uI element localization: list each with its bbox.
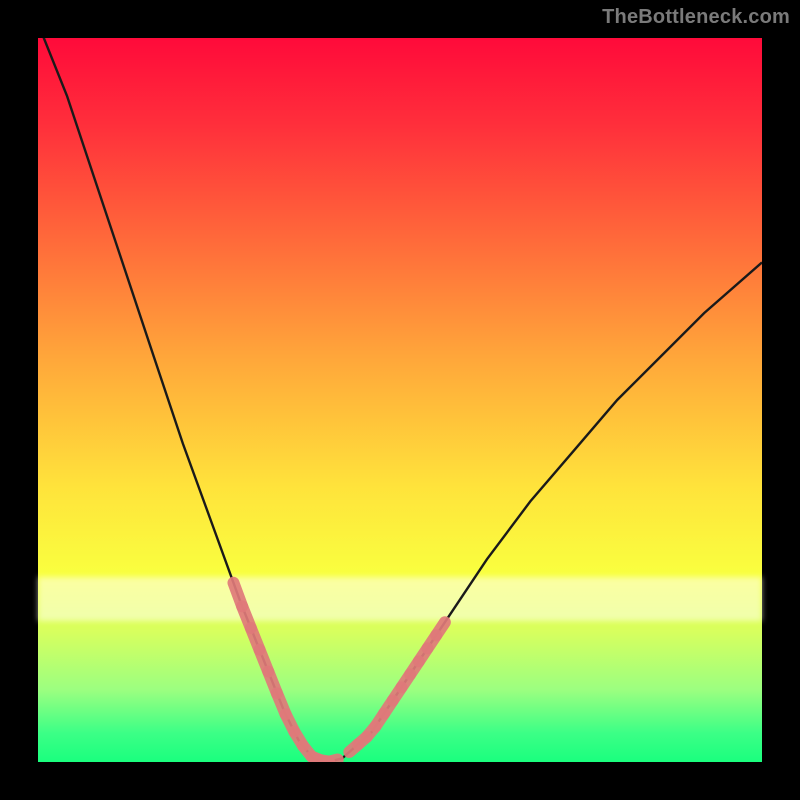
chart-frame: TheBottleneck.com bbox=[0, 0, 800, 800]
curve-main bbox=[38, 38, 762, 762]
watermark-text: TheBottleneck.com bbox=[602, 6, 790, 29]
curve-markers bbox=[233, 583, 444, 762]
marker-segment bbox=[436, 622, 445, 635]
plot-area bbox=[38, 38, 762, 762]
bottleneck-curve bbox=[38, 38, 762, 762]
marker-segment bbox=[329, 759, 338, 761]
